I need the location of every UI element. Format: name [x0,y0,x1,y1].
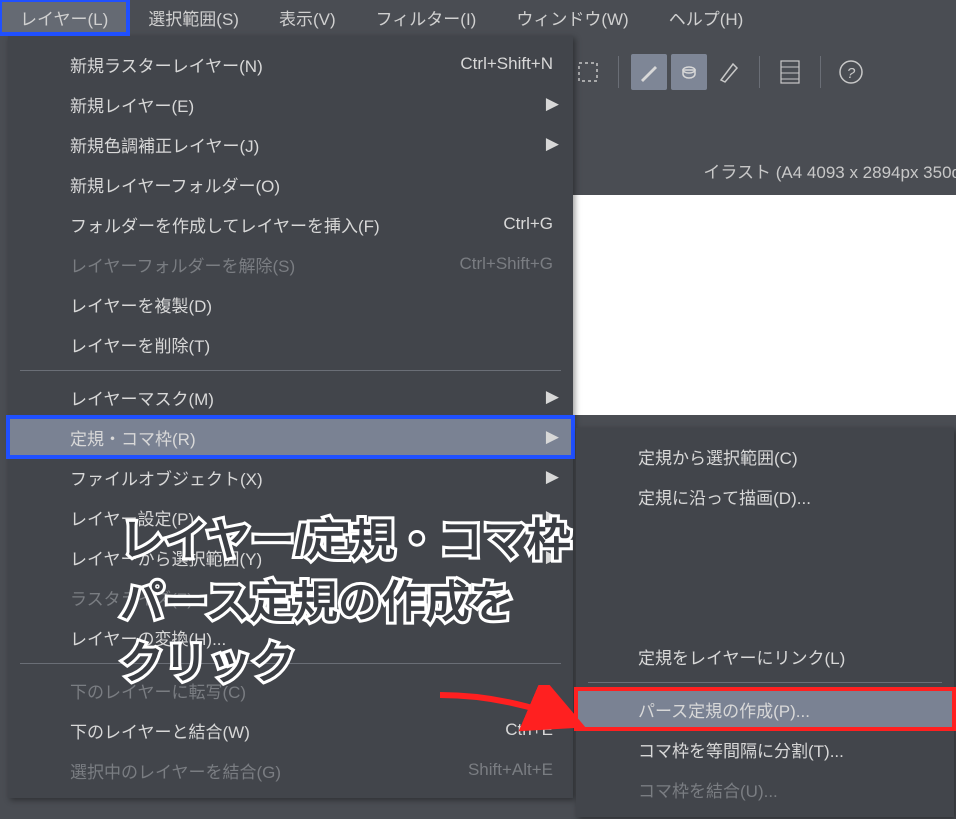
grid-tool-icon[interactable] [772,54,808,90]
help-icon[interactable]: ? [833,54,869,90]
submenu-split-frame[interactable]: コマ枠を等間隔に分割(T)... [576,729,954,769]
svg-text:?: ? [847,65,856,82]
menu-new-layer-folder[interactable]: 新規レイヤーフォルダー(O) [8,164,573,204]
chevron-right-icon: ▶ [546,134,559,154]
pen-tool-icon[interactable] [711,54,747,90]
menu-convert-layer[interactable]: レイヤーの変換(H)... [8,617,573,657]
submenu-selection-from-ruler[interactable]: 定規から選択範囲(C) [576,436,954,476]
menu-layer-settings[interactable]: レイヤー設定(P) ▶ [8,497,573,537]
chevron-right-icon: ▶ [546,387,559,407]
menu-ruler-frame[interactable]: 定規・コマ枠(R) ▶ [8,417,573,457]
chevron-right-icon: ▶ [546,467,559,487]
layer-menu-panel: 新規ラスターレイヤー(N) Ctrl+Shift+N 新規レイヤー(E) ▶ 新… [8,36,573,798]
menu-separator [588,682,942,683]
menubar-item-filter[interactable]: フィルター(I) [356,0,497,34]
menubar-item-layer[interactable]: レイヤー(L) [0,0,128,34]
toolbar: ? [570,50,869,94]
menu-create-folder-insert[interactable]: フォルダーを作成してレイヤーを挿入(F) Ctrl+G [8,204,573,244]
canvas-area[interactable] [572,195,956,415]
menu-delete-layer[interactable]: レイヤーを削除(T) [8,324,573,364]
submenu-merge-frame: コマ枠を結合(U)... [576,769,954,809]
canvas-info-label: イラスト (A4 4093 x 2894px 350d [703,158,956,183]
menu-new-raster-layer[interactable]: 新規ラスターレイヤー(N) Ctrl+Shift+N [8,44,573,84]
menu-layer-mask[interactable]: レイヤーマスク(M) ▶ [8,377,573,417]
toolbar-separator [759,56,760,88]
marquee-tool-icon[interactable] [570,54,606,90]
menubar-item-help[interactable]: ヘルプ(H) [649,0,764,34]
menu-selection-from-layer[interactable]: レイヤーから選択範囲(Y) ▶ [8,537,573,577]
ruler-submenu-panel: 定規から選択範囲(C) 定規に沿って描画(D)... 定規をレイヤーにリンク(L… [576,428,954,817]
bucket-tool-icon[interactable] [671,54,707,90]
chevron-right-icon: ▶ [546,507,559,527]
menu-separator [20,370,561,371]
toolbar-separator [618,56,619,88]
menu-file-object[interactable]: ファイルオブジェクト(X) ▶ [8,457,573,497]
submenu-create-perspective-ruler[interactable]: パース定規の作成(P)... [576,689,954,729]
brush-tool-icon[interactable] [631,54,667,90]
chevron-right-icon: ▶ [546,547,559,567]
menu-ungroup-folder: レイヤーフォルダーを解除(S) Ctrl+Shift+G [8,244,573,284]
menu-new-layer[interactable]: 新規レイヤー(E) ▶ [8,84,573,124]
menu-duplicate-layer[interactable]: レイヤーを複製(D) [8,284,573,324]
submenu-link-ruler[interactable]: 定規をレイヤーにリンク(L) [576,636,954,676]
menu-transfer-down: 下のレイヤーに転写(C) [8,670,573,710]
menubar-item-view[interactable]: 表示(V) [259,0,356,34]
menu-separator [20,663,561,664]
toolbar-separator [820,56,821,88]
menu-new-correction-layer[interactable]: 新規色調補正レイヤー(J) ▶ [8,124,573,164]
menu-merge-selected: 選択中のレイヤーを結合(G) Shift+Alt+E [8,750,573,790]
chevron-right-icon: ▶ [546,94,559,114]
menubar-item-selection[interactable]: 選択範囲(S) [128,0,259,34]
menubar-item-window[interactable]: ウィンドウ(W) [496,0,648,34]
submenu-draw-along-ruler[interactable]: 定規に沿って描画(D)... [576,476,954,516]
menu-rasterize: ラスタライズ(Z) [8,577,573,617]
menubar: レイヤー(L) 選択範囲(S) 表示(V) フィルター(I) ウィンドウ(W) … [0,0,956,34]
chevron-right-icon: ▶ [546,427,559,447]
menu-merge-down[interactable]: 下のレイヤーと結合(W) Ctrl+E [8,710,573,750]
